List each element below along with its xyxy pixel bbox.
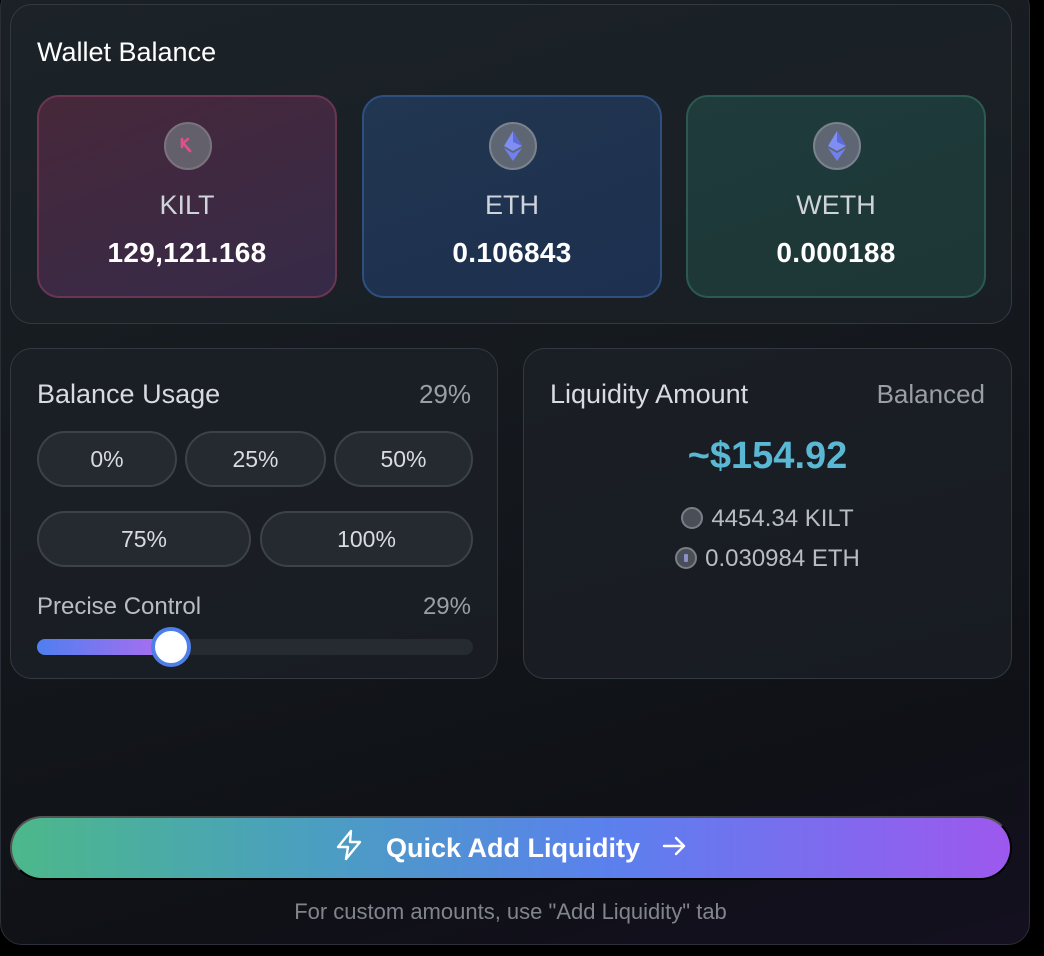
precise-control-label: Precise Control	[37, 593, 202, 620]
token-card-eth[interactable]: ETH 0.106843	[362, 95, 662, 298]
ethereum-icon	[489, 122, 537, 170]
kilt-icon	[164, 122, 212, 170]
liquidity-usd-amount: ~$154.92	[687, 435, 848, 477]
token-balance: 0.000188	[776, 237, 896, 268]
balance-usage-panel: Balance Usage 29% 0% 25% 50% 75% 100% Pr…	[10, 348, 498, 679]
eth-token-icon	[675, 547, 698, 569]
liquidity-mode-label: Balanced	[876, 379, 985, 409]
kilt-amount-row: 4454.34 KILT	[524, 505, 1011, 533]
usage-slider-track[interactable]	[37, 627, 473, 667]
token-card-weth[interactable]: WETH 0.000188	[686, 95, 986, 298]
liquidity-amount-title: Liquidity Amount	[550, 379, 749, 409]
custom-amount-hint: For custom amounts, use "Add Liquidity" …	[294, 899, 727, 924]
balance-usage-percent: 29%	[418, 379, 471, 409]
ethereum-icon	[813, 122, 861, 170]
preset-50-button[interactable]: 50%	[334, 431, 473, 487]
liquidity-amount-panel: Liquidity Amount Balanced ~$154.92 4454.…	[523, 348, 1012, 679]
lightning-icon	[334, 829, 364, 868]
token-card-kilt[interactable]: KILT 129,121.168	[37, 95, 337, 298]
wallet-balance-panel: Wallet Balance KILT 129,121.168 ETH 0.10…	[10, 4, 1012, 324]
eth-amount: 0.030984 ETH	[705, 545, 860, 572]
precise-control-value: 29%	[422, 593, 471, 620]
preset-25-button[interactable]: 25%	[185, 431, 326, 487]
token-symbol: KILT	[159, 190, 215, 220]
preset-0-button[interactable]: 0%	[37, 431, 177, 487]
quick-add-liquidity-button[interactable]: Quick Add Liquidity	[10, 816, 1012, 880]
kilt-token-icon	[681, 507, 704, 529]
preset-100-button[interactable]: 100%	[260, 511, 473, 567]
usage-slider-thumb[interactable]	[151, 627, 191, 667]
token-balance: 0.106843	[452, 237, 572, 268]
token-symbol: WETH	[796, 190, 876, 220]
arrow-right-icon	[662, 833, 688, 864]
kilt-amount: 4454.34 KILT	[711, 505, 854, 532]
balance-usage-title: Balance Usage	[37, 379, 221, 409]
token-symbol: ETH	[485, 190, 539, 220]
eth-amount-row: 0.030984 ETH	[524, 545, 1011, 573]
wallet-balance-title: Wallet Balance	[37, 37, 217, 67]
preset-75-button[interactable]: 75%	[37, 511, 251, 567]
quick-add-label: Quick Add Liquidity	[386, 832, 640, 863]
token-balance: 129,121.168	[107, 237, 267, 268]
